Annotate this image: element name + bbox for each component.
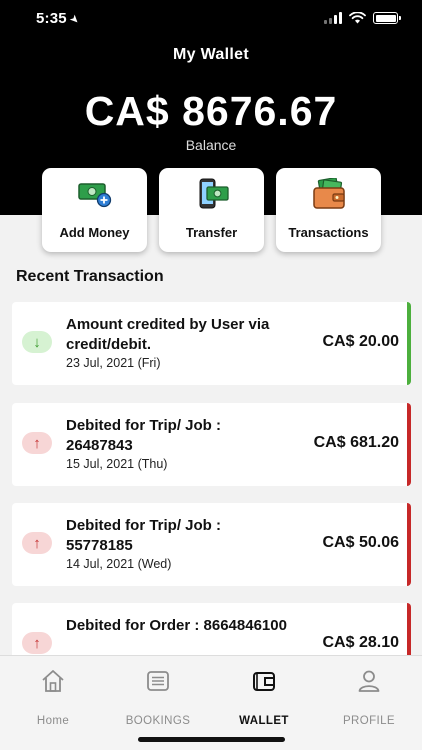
tab-label: Home <box>36 715 70 727</box>
tab-profile[interactable]: PROFILE <box>324 668 414 727</box>
wifi-icon <box>349 12 366 24</box>
transaction-date: 14 Jul, 2021 (Wed) <box>66 557 172 571</box>
battery-icon <box>373 12 401 24</box>
section-title: Recent Transaction <box>16 268 164 285</box>
add-money-button[interactable]: Add Money <box>42 168 147 252</box>
arrow-down-icon: ↓ <box>22 331 52 353</box>
arrow-up-icon: ↑ <box>22 532 52 554</box>
arrow-up-icon: ↑ <box>22 632 52 654</box>
status-time: 5:35➤ <box>36 10 82 28</box>
debit-indicator-bar <box>407 403 411 486</box>
tab-label: WALLET <box>239 715 289 727</box>
transaction-title: Debited for Trip/ Job : 55778185 <box>66 517 222 554</box>
profile-icon <box>358 670 380 692</box>
tab-wallet[interactable]: WALLET <box>219 668 309 727</box>
transaction-amount: CA$ 50.06 <box>322 534 400 551</box>
balance-amount: CA$ 8676.67 <box>84 88 338 134</box>
credit-indicator-bar <box>407 302 411 385</box>
add-money-icon <box>77 183 111 208</box>
bookings-icon <box>147 671 169 691</box>
transaction-title: Amount credited by User via credit/debit… <box>66 316 270 353</box>
wallet-icon <box>253 672 275 691</box>
home-icon <box>42 670 64 692</box>
transfer-icon <box>199 178 229 209</box>
transfer-label: Transfer <box>185 225 238 240</box>
transaction-title: Debited for Trip/ Job : 26487843 <box>66 417 222 454</box>
transaction-date: 15 Jul, 2021 (Thu) <box>66 457 168 471</box>
transaction-amount: CA$ 20.00 <box>322 333 400 350</box>
transfer-button[interactable]: Transfer <box>159 168 264 252</box>
transaction-date: 23 Jul, 2021 (Fri) <box>66 356 161 370</box>
transaction-card[interactable]: ↑ Debited for Trip/ Job : 55778185 14 Ju… <box>12 503 411 586</box>
transaction-amount: CA$ 28.10 <box>322 634 400 651</box>
wallet-actions: Add Money Transfer Transactions <box>42 168 381 252</box>
tab-label: PROFILE <box>342 715 395 727</box>
add-money-label: Add Money <box>59 225 130 240</box>
arrow-up-icon: ↑ <box>22 432 52 454</box>
transactions-label: Transactions <box>288 225 369 240</box>
cellular-signal-icon <box>324 12 342 24</box>
home-indicator[interactable] <box>138 737 285 742</box>
transactions-button[interactable]: Transactions <box>276 168 381 252</box>
balance-label: Balance <box>185 137 237 153</box>
tab-label: BOOKINGS <box>125 715 191 727</box>
transaction-card[interactable]: ↑ Debited for Trip/ Job : 26487843 15 Ju… <box>12 403 411 486</box>
bottom-tab-bar: Home BOOKINGS WALLET PROFILE <box>0 655 422 750</box>
tab-bookings[interactable]: BOOKINGS <box>113 668 203 727</box>
transaction-amount: CA$ 681.20 <box>313 434 399 451</box>
transaction-title: Debited for Order : 8664846100 <box>66 617 287 634</box>
tab-home[interactable]: Home <box>8 668 98 727</box>
debit-indicator-bar <box>407 503 411 586</box>
system-icons <box>324 12 401 24</box>
location-arrow-icon: ➤ <box>66 12 82 28</box>
status-bar: 5:35➤ <box>0 0 422 40</box>
wallet-icon <box>312 178 345 209</box>
page-title: My Wallet <box>173 46 249 63</box>
transaction-card[interactable]: ↓ Amount credited by User via credit/deb… <box>12 302 411 385</box>
